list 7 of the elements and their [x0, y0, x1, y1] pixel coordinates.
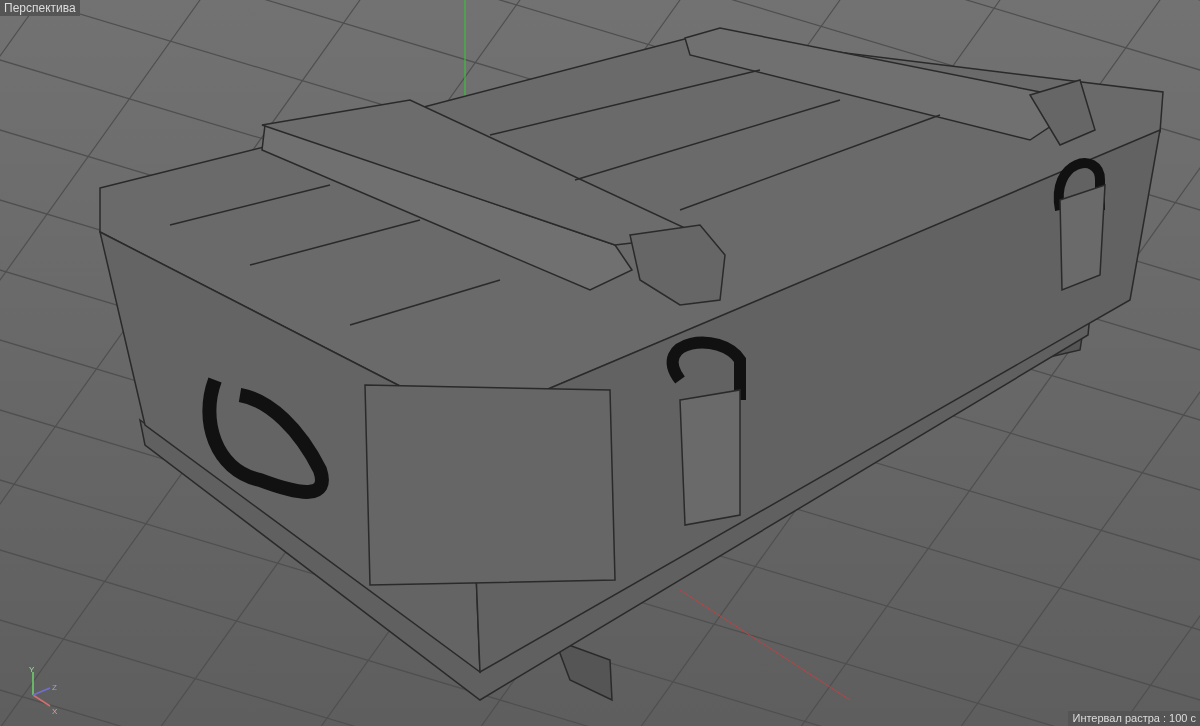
axis-label: X [52, 707, 58, 716]
viewport-title: Перспектива [0, 0, 80, 16]
viewport[interactable]: Перспектива Y Z X Интервал растра : 100 c [0, 0, 1200, 726]
grid-spacing-label: Интервал растра : 100 c [1068, 711, 1200, 726]
axis-label: Z [52, 683, 57, 692]
axis-gizmo-icon [32, 671, 51, 707]
axis-label: Y [29, 665, 35, 674]
